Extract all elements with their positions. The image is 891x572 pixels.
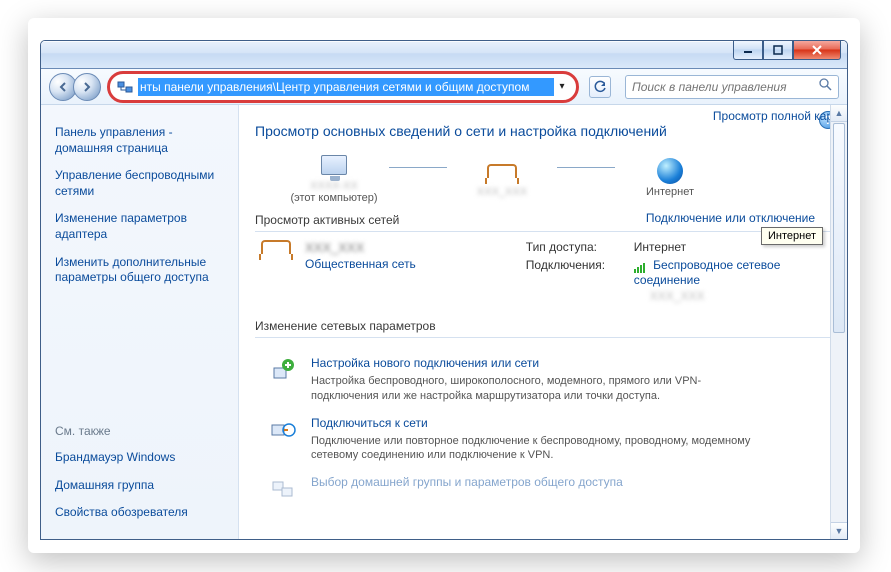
divider <box>255 231 831 232</box>
active-network-name: XXX_XXX <box>305 240 416 255</box>
task-title: Подключиться к сети <box>311 416 751 430</box>
nav-forward-button[interactable] <box>73 73 101 101</box>
search-box[interactable] <box>625 75 839 99</box>
map-node-network-name: XXX_XXX <box>477 186 527 198</box>
sidebar-item-sharing[interactable]: Изменить дополнительные параметры общего… <box>55 255 226 286</box>
map-link-2 <box>557 167 615 168</box>
map-node-internet-label: Интернет <box>646 186 694 198</box>
maximize-icon <box>773 45 783 55</box>
close-button[interactable] <box>793 40 841 60</box>
task-desc: Подключение или повторное подключение к … <box>311 434 751 464</box>
task-title: Выбор домашней группы и параметров общег… <box>311 475 623 489</box>
task-homegroup[interactable]: Выбор домашней группы и параметров общег… <box>269 475 831 503</box>
active-network-row: XXX_XXX Общественная сеть Тип доступа: И… <box>261 240 831 303</box>
page-title: Просмотр основных сведений о сети и наст… <box>255 123 831 139</box>
connect-disconnect-link[interactable]: Подключение или отключение <box>646 211 815 225</box>
task-connect-network[interactable]: Подключиться к сети Подключение или повт… <box>269 416 831 464</box>
access-type-label: Тип доступа: <box>526 240 626 254</box>
nav-row: нты панели управления\Центр управления с… <box>41 69 847 105</box>
sidebar-item-firewall[interactable]: Брандмауэр Windows <box>55 450 226 466</box>
sidebar-see-also-label: См. также <box>55 424 226 438</box>
address-bar[interactable]: нты панели управления\Центр управления с… <box>138 78 554 96</box>
change-settings-label: Изменение сетевых параметров <box>255 319 831 333</box>
sidebar-item-homegroup[interactable]: Домашняя группа <box>55 478 226 494</box>
network-map: XXXX-XX (этот компьютер) XXX_XXX Интерне… <box>279 149 831 205</box>
connection-ssid: XXX_XXX <box>650 289 831 303</box>
refresh-icon <box>593 80 607 94</box>
main-panel: ? Просмотр основных сведений о сети и на… <box>239 105 847 539</box>
titlebar[interactable] <box>41 41 847 69</box>
sidebar: Панель управления - домашняя страница Уп… <box>41 105 239 539</box>
task-desc: Настройка беспроводного, широкополосного… <box>311 374 751 404</box>
connect-network-icon <box>269 416 297 444</box>
refresh-button[interactable] <box>589 76 611 98</box>
search-icon <box>819 78 832 96</box>
connection-link[interactable]: Беспроводное сетевое соединение <box>634 258 781 287</box>
sidebar-item-adapter[interactable]: Изменение параметров адаптера <box>55 211 226 242</box>
search-input[interactable] <box>632 80 819 94</box>
new-connection-icon <box>269 356 297 384</box>
control-panel-window: нты панели управления\Центр управления с… <box>40 40 848 540</box>
close-icon <box>811 45 823 55</box>
sidebar-item-internet-options[interactable]: Свойства обозревателя <box>55 505 226 521</box>
bench-icon <box>261 240 291 254</box>
divider <box>255 337 831 338</box>
task-title: Настройка нового подключения или сети <box>311 356 751 370</box>
scroll-thumb[interactable] <box>833 123 845 333</box>
computer-icon <box>321 155 347 175</box>
sidebar-item-wireless[interactable]: Управление беспроводными сетями <box>55 168 226 199</box>
homegroup-icon <box>269 475 297 503</box>
globe-icon <box>657 158 683 184</box>
minimize-icon <box>743 45 753 55</box>
task-new-connection[interactable]: Настройка нового подключения или сети На… <box>269 356 831 404</box>
map-node-internet: Интернет <box>615 156 725 198</box>
map-node-network: XXX_XXX <box>447 156 557 198</box>
scroll-down-button[interactable]: ▼ <box>831 522 847 539</box>
map-node-this-pc: XXXX-XX (этот компьютер) <box>279 150 389 204</box>
arrow-left-icon <box>57 81 69 93</box>
address-dropdown-button[interactable]: ▾ <box>554 81 570 92</box>
active-networks-label: Просмотр активных сетей <box>255 213 399 227</box>
sidebar-home-link[interactable]: Панель управления - домашняя страница <box>55 125 226 156</box>
map-link-1 <box>389 167 447 168</box>
scroll-up-button[interactable]: ▲ <box>831 105 847 122</box>
maximize-button[interactable] <box>763 40 793 60</box>
vertical-scrollbar[interactable]: ▲ ▼ <box>830 105 847 539</box>
map-node-pc-name: XXXX-XX <box>310 180 358 192</box>
connections-label: Подключения: <box>526 258 626 303</box>
minimize-button[interactable] <box>733 40 763 60</box>
bench-icon <box>487 164 517 178</box>
view-full-map-link[interactable]: Просмотр полной карты <box>713 109 847 123</box>
network-type-link[interactable]: Общественная сеть <box>305 257 416 271</box>
address-bar-highlight: нты панели управления\Центр управления с… <box>107 71 579 103</box>
network-center-icon <box>116 78 134 96</box>
content-fade <box>239 511 847 539</box>
map-node-pc-sub: (этот компьютер) <box>290 192 377 204</box>
signal-bars-icon <box>634 259 646 273</box>
tooltip-internet: Интернет <box>761 227 823 245</box>
arrow-right-icon <box>81 81 93 93</box>
